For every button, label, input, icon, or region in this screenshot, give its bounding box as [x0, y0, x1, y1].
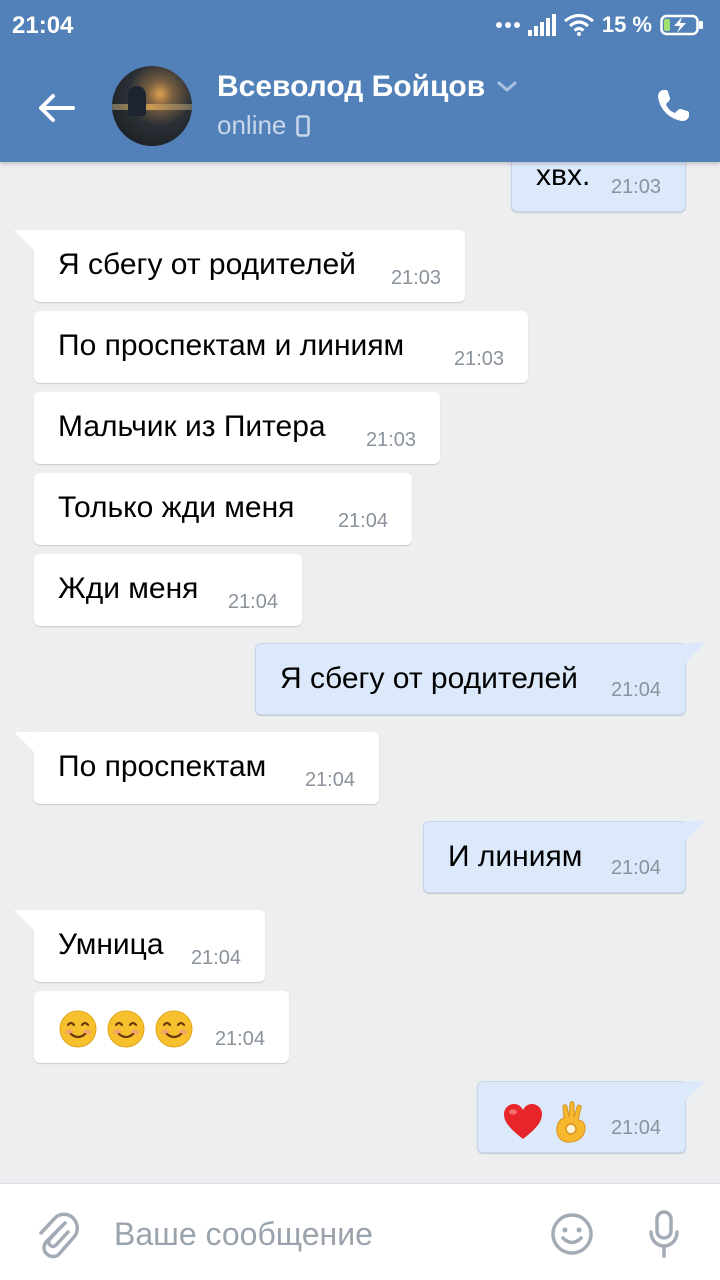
- avatar-figure: [128, 86, 146, 116]
- message-out[interactable]: И линиям 21:04: [423, 821, 705, 893]
- message-out[interactable]: Я сбегу от родителей 21:04: [255, 643, 705, 715]
- message-time: 21:04: [190, 947, 241, 969]
- header: 21:04 15 % Всеволод Бойцов online: [0, 0, 720, 162]
- contact-name: Всеволод Бойцов: [217, 70, 486, 103]
- message-time: 21:03: [610, 176, 661, 198]
- message-time: 21:03: [390, 267, 441, 289]
- contact-title[interactable]: Всеволод Бойцов: [217, 70, 517, 104]
- message-list[interactable]: хвх. 21:03 Я сбегу от родителей 21:03 По…: [0, 0, 720, 1183]
- message-text: Только жди меня: [58, 491, 295, 524]
- more-dots-icon: [495, 22, 520, 28]
- message-text: Я сбегу от родителей: [58, 248, 356, 281]
- smiley-icon: [551, 1213, 593, 1255]
- red-heart-emoji-icon: [504, 1104, 542, 1139]
- microphone-icon: [649, 1210, 679, 1258]
- message-time: 21:04: [610, 1117, 661, 1139]
- message-time: 21:04: [337, 510, 388, 532]
- message-text: И линиям: [448, 840, 583, 873]
- message-text: По проспектам и линиям: [58, 329, 405, 362]
- message-out[interactable]: 21:04: [477, 1081, 705, 1153]
- battery-percent: 15 %: [601, 12, 652, 37]
- arrow-left-icon: [39, 94, 75, 122]
- message-text: хвх.: [536, 159, 591, 192]
- message-text: Мальчик из Питера: [58, 410, 326, 443]
- message-text: Умница: [58, 928, 164, 961]
- smiling-face-emoji-icon: [59, 1010, 97, 1048]
- message-time: 21:04: [610, 857, 661, 879]
- status-time: 21:04: [12, 12, 74, 39]
- message-in[interactable]: Я сбегу от родителей 21:03: [14, 230, 465, 302]
- emoji-row: [58, 1009, 194, 1049]
- message-in[interactable]: Мальчик из Питера 21:03: [34, 392, 440, 464]
- emoji-button[interactable]: [548, 1210, 596, 1258]
- emoji-row: [502, 1100, 592, 1144]
- contact-status-text: online: [217, 110, 287, 140]
- call-button[interactable]: [648, 82, 698, 130]
- message-in[interactable]: Жди меня 21:04: [34, 554, 302, 626]
- message-text: Жди меня: [58, 572, 199, 605]
- message-composer: [0, 1183, 720, 1280]
- voice-message-button[interactable]: [640, 1208, 688, 1260]
- ok-hand-emoji-icon: [556, 1101, 586, 1143]
- message-time: 21:03: [365, 429, 416, 451]
- message-in[interactable]: Умница 21:04: [14, 910, 265, 982]
- signal-icon: [527, 14, 556, 36]
- smiling-face-emoji-icon: [155, 1010, 193, 1048]
- paperclip-icon: [39, 1212, 79, 1259]
- message-time: 21:03: [453, 348, 504, 370]
- message-time: 21:04: [610, 679, 661, 701]
- message-time: 21:04: [214, 1028, 265, 1050]
- message-time: 21:04: [227, 591, 278, 613]
- message-in[interactable]: По проспектам и линиям 21:03: [34, 311, 528, 383]
- contact-status: online: [217, 110, 311, 141]
- message-input[interactable]: [114, 1212, 514, 1256]
- message-text: По проспектам: [58, 750, 267, 783]
- wifi-icon: [563, 14, 594, 36]
- avatar-horizon: [112, 104, 192, 110]
- chevron-down-icon: [497, 81, 517, 92]
- message-time: 21:04: [304, 769, 355, 791]
- message-in[interactable]: По проспектам 21:04: [14, 732, 379, 804]
- message-text: Я сбегу от родителей: [280, 662, 578, 695]
- avatar[interactable]: [112, 66, 192, 146]
- back-button[interactable]: [24, 82, 88, 134]
- phone-icon: [658, 90, 689, 121]
- message-in[interactable]: 21:04: [34, 991, 289, 1063]
- mobile-phone-icon: [296, 114, 311, 137]
- status-bar: 21:04 15 %: [0, 0, 720, 52]
- smiling-face-emoji-icon: [107, 1010, 145, 1048]
- battery-charging-icon: [660, 14, 703, 36]
- status-icons: 15 %: [495, 12, 704, 38]
- attach-button[interactable]: [32, 1210, 82, 1260]
- message-in[interactable]: Только жди меня 21:04: [34, 473, 412, 545]
